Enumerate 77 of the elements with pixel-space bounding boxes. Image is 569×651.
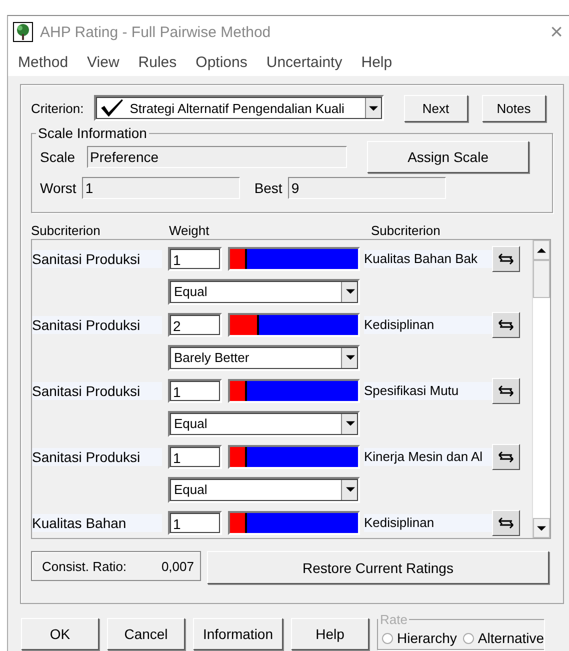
verbal-dropdown[interactable]: Barely Better	[168, 344, 360, 370]
weight-field[interactable]: 1	[168, 444, 222, 468]
scale-field: Preference	[87, 146, 348, 168]
subcriterion-label: Kualitas Bahan Bak	[364, 250, 492, 268]
weight-field[interactable]: 1	[168, 510, 222, 534]
group-title: Rate	[379, 612, 408, 627]
swap-arrows-icon	[498, 252, 514, 264]
swap-arrows-icon	[498, 516, 514, 528]
dialog-button[interactable]: Cancel	[107, 618, 185, 650]
weight-bar[interactable]	[228, 312, 360, 336]
menu-item[interactable]: Help	[361, 54, 392, 70]
swap-button[interactable]	[492, 378, 520, 404]
verbal-dropdown[interactable]: Equal	[168, 476, 360, 502]
subcriterion-label: Kualitas Bahan	[32, 514, 162, 532]
window-title: AHP Rating - Full Pairwise Method	[40, 24, 272, 40]
consistency-label: Consist. Ratio:	[42, 558, 127, 574]
verbal-dropdown[interactable]: Equal	[168, 410, 360, 436]
menu-item[interactable]: Options	[196, 54, 248, 70]
scrollbar[interactable]	[532, 240, 550, 538]
swap-button[interactable]	[492, 312, 520, 338]
weight-field[interactable]: 2	[168, 312, 222, 336]
dialog-button[interactable]: OK	[21, 618, 99, 650]
scroll-up-icon[interactable]	[537, 248, 546, 252]
assign-scale-button[interactable]: Assign Scale	[367, 141, 530, 173]
swap-button[interactable]	[492, 444, 520, 470]
subcriterion-label: Sanitasi Produksi	[32, 382, 162, 400]
weight-bar[interactable]	[228, 510, 360, 534]
subcriterion-label: Sanitasi Produksi	[32, 250, 162, 268]
weight-bar[interactable]	[228, 444, 360, 468]
restore-button[interactable]: Restore Current Ratings	[207, 551, 549, 584]
scroll-down-icon[interactable]	[537, 526, 546, 530]
scroll-thumb[interactable]	[533, 260, 550, 298]
subcriterion-label: Sanitasi Produksi	[32, 316, 162, 334]
swap-arrows-icon	[498, 450, 514, 462]
subcriterion-label: Kedisiplinan	[364, 316, 492, 334]
swap-arrows-icon	[498, 318, 514, 330]
subcriterion-label: Kedisiplinan	[364, 514, 492, 532]
subcriterion-label: Sanitasi Produksi	[32, 448, 162, 466]
menu-item[interactable]: View	[87, 54, 120, 70]
close-button[interactable]: ×	[550, 19, 563, 45]
consistency-value: 0,007	[161, 558, 194, 574]
dropdown-arrow-icon	[346, 355, 354, 360]
subcriterion-label: Spesifikasi Mutu	[364, 382, 492, 400]
menu-item[interactable]: Uncertainty	[266, 54, 342, 70]
swap-button[interactable]	[492, 246, 520, 272]
verbal-dropdown[interactable]: Equal	[168, 278, 360, 304]
dialog-button[interactable]: Notes	[482, 94, 546, 122]
criterion-dropdown[interactable]: Strategi Alternatif Pengendalian Kuali	[94, 95, 384, 121]
column-header: Subcriterion	[31, 223, 102, 239]
swap-arrows-icon	[498, 384, 514, 396]
best-label: Best	[254, 180, 282, 196]
criterion-label: Criterion:	[31, 100, 84, 116]
radio-button[interactable]: Alternative	[462, 630, 544, 646]
dropdown-arrow-icon	[346, 421, 354, 426]
weight-bar[interactable]	[228, 378, 360, 402]
worst-field: 1	[82, 177, 240, 199]
radio-button[interactable]: Hierarchy	[382, 630, 457, 646]
swap-button[interactable]	[492, 510, 520, 536]
subcriterion-label: Kinerja Mesin dan Al	[364, 448, 492, 466]
dropdown-arrow-icon	[346, 289, 354, 294]
weight-field[interactable]: 1	[168, 378, 222, 402]
weight-bar[interactable]	[228, 246, 360, 270]
tree-icon	[13, 22, 33, 42]
dropdown-arrow-icon	[369, 106, 378, 110]
dialog-button[interactable]: Information	[193, 618, 283, 650]
column-header: Weight	[169, 223, 210, 239]
weight-field[interactable]: 1	[168, 246, 222, 270]
best-field: 9	[288, 177, 446, 199]
dialog-button[interactable]: Help	[291, 618, 369, 650]
dialog-button[interactable]: Next	[404, 94, 468, 122]
menu-item[interactable]: Rules	[138, 54, 177, 70]
scale-label: Scale	[40, 149, 76, 165]
group-title: Scale Information	[37, 125, 148, 141]
worst-label: Worst	[40, 180, 76, 196]
menu-item[interactable]: Method	[18, 54, 68, 70]
column-header: Subcriterion	[371, 223, 440, 239]
dropdown-arrow-icon	[346, 487, 354, 492]
